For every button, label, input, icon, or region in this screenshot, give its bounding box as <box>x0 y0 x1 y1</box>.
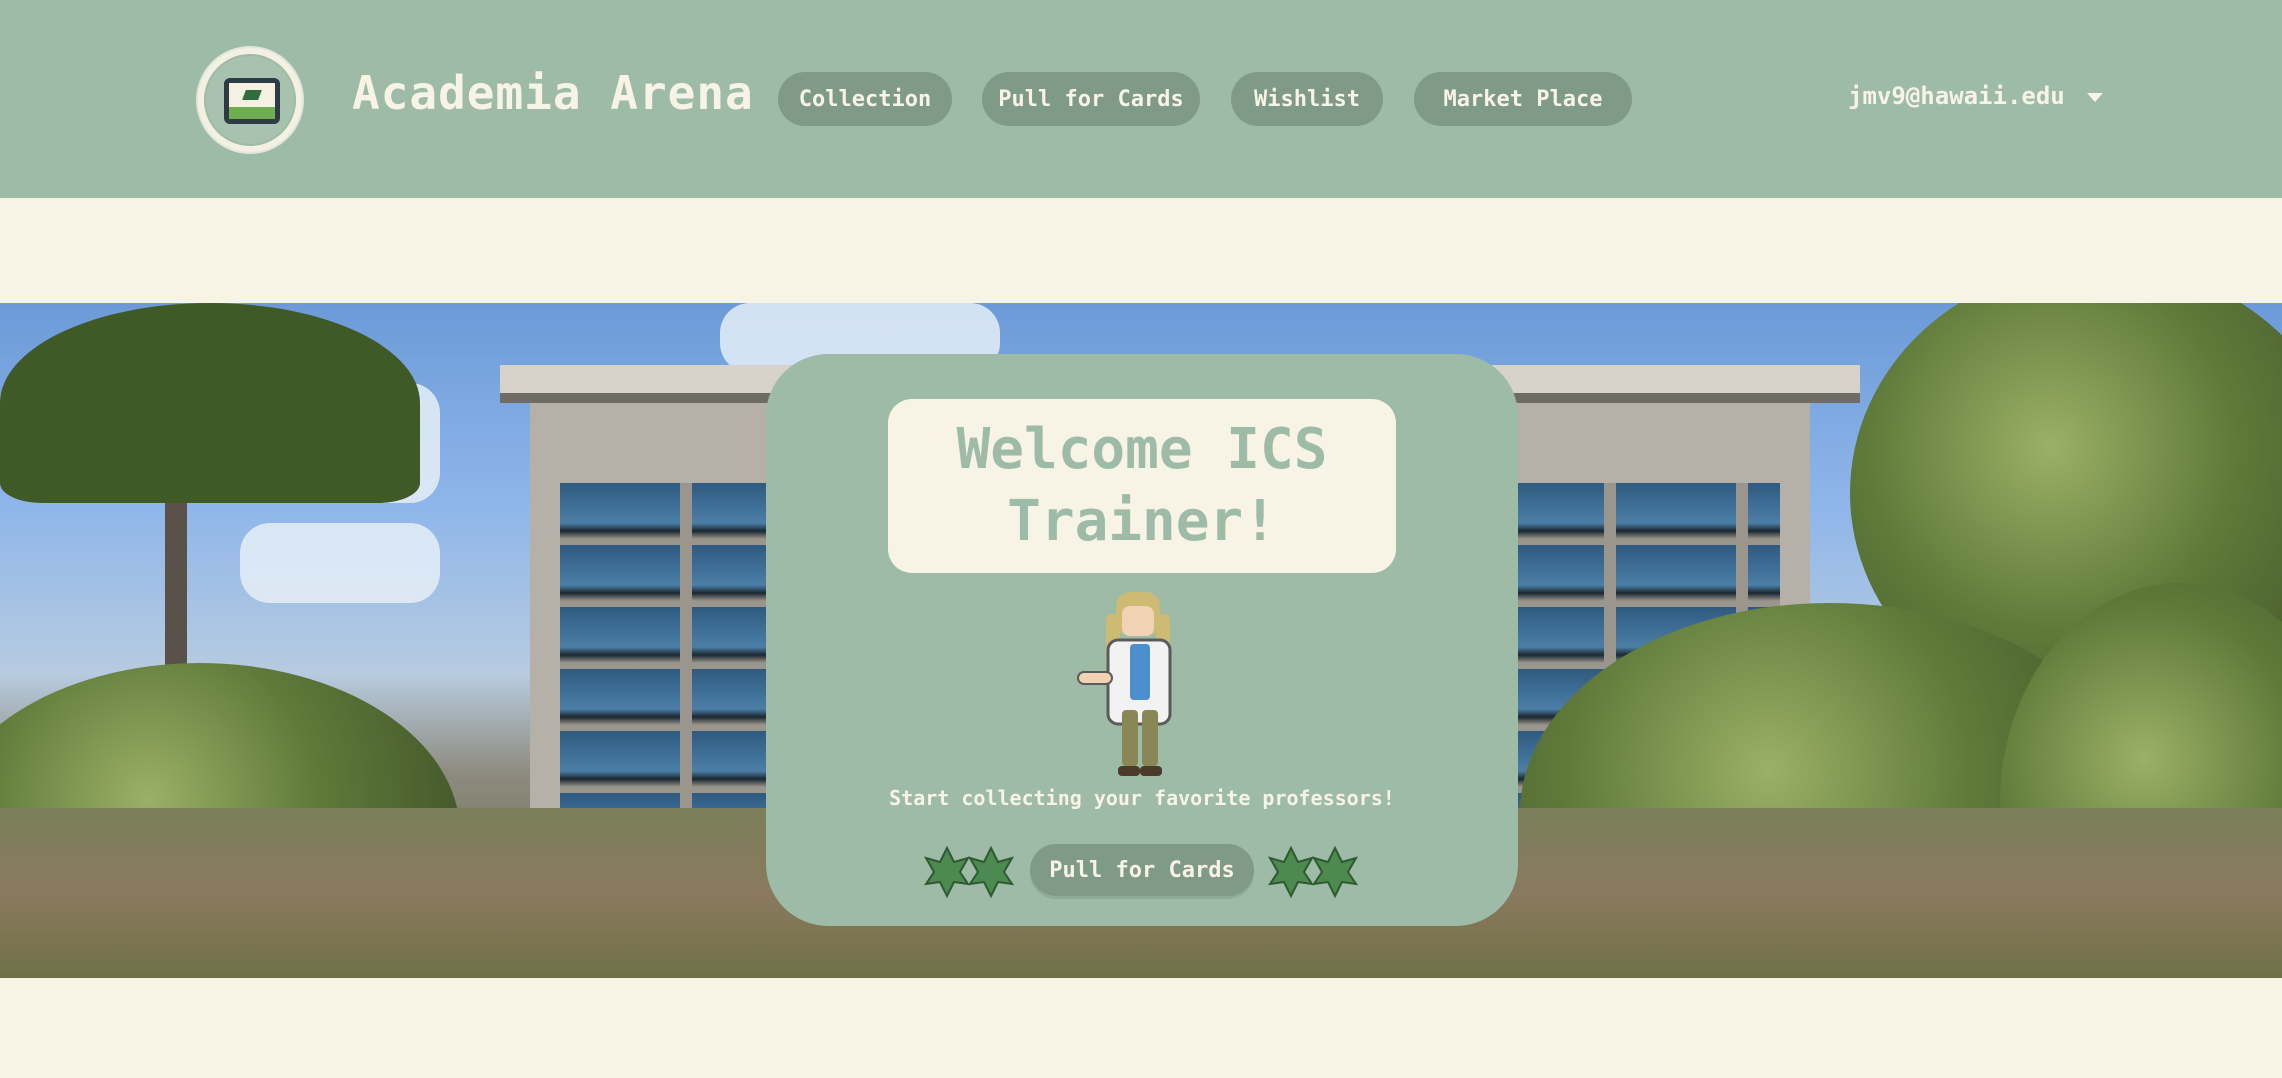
trainer-face <box>1122 606 1154 636</box>
welcome-title-box: Welcome ICS Trainer! <box>888 399 1396 573</box>
tagline: Start collecting your favorite professor… <box>889 786 1395 810</box>
brand-title[interactable]: Academia Arena <box>352 66 754 120</box>
trainer-hand <box>1077 671 1113 685</box>
pull-for-cards-button[interactable]: Pull for Cards <box>1030 844 1254 896</box>
navbar: Academia Arena Collection Pull for Cards… <box>0 0 2282 198</box>
nav-wishlist[interactable]: Wishlist <box>1231 72 1383 126</box>
trainer-leg-right <box>1142 710 1158 766</box>
trainer-shoe-right <box>1140 766 1162 776</box>
academia-arena-logo[interactable] <box>196 46 304 154</box>
trainer-shirt <box>1130 644 1150 700</box>
cloud <box>240 523 440 603</box>
nav-pull-for-cards[interactable]: Pull for Cards <box>982 72 1200 126</box>
chevron-down-icon <box>2087 92 2104 102</box>
palm-fronds <box>0 303 420 503</box>
trainer-sprite <box>1077 592 1172 776</box>
user-email: jmv9@hawaii.edu <box>1848 82 2065 110</box>
trainer-shoe-left <box>1118 766 1140 776</box>
user-menu[interactable]: jmv9@hawaii.edu <box>1848 82 2104 110</box>
nav-market-place[interactable]: Market Place <box>1414 72 1632 126</box>
logo-grass <box>229 107 275 119</box>
leaf-icon-right <box>1268 845 1359 898</box>
welcome-title: Welcome ICS Trainer! <box>956 417 1328 554</box>
trainer-leg-left <box>1122 710 1138 766</box>
leaf-icon-left <box>924 845 1015 898</box>
nav-collection[interactable]: Collection <box>778 72 952 126</box>
